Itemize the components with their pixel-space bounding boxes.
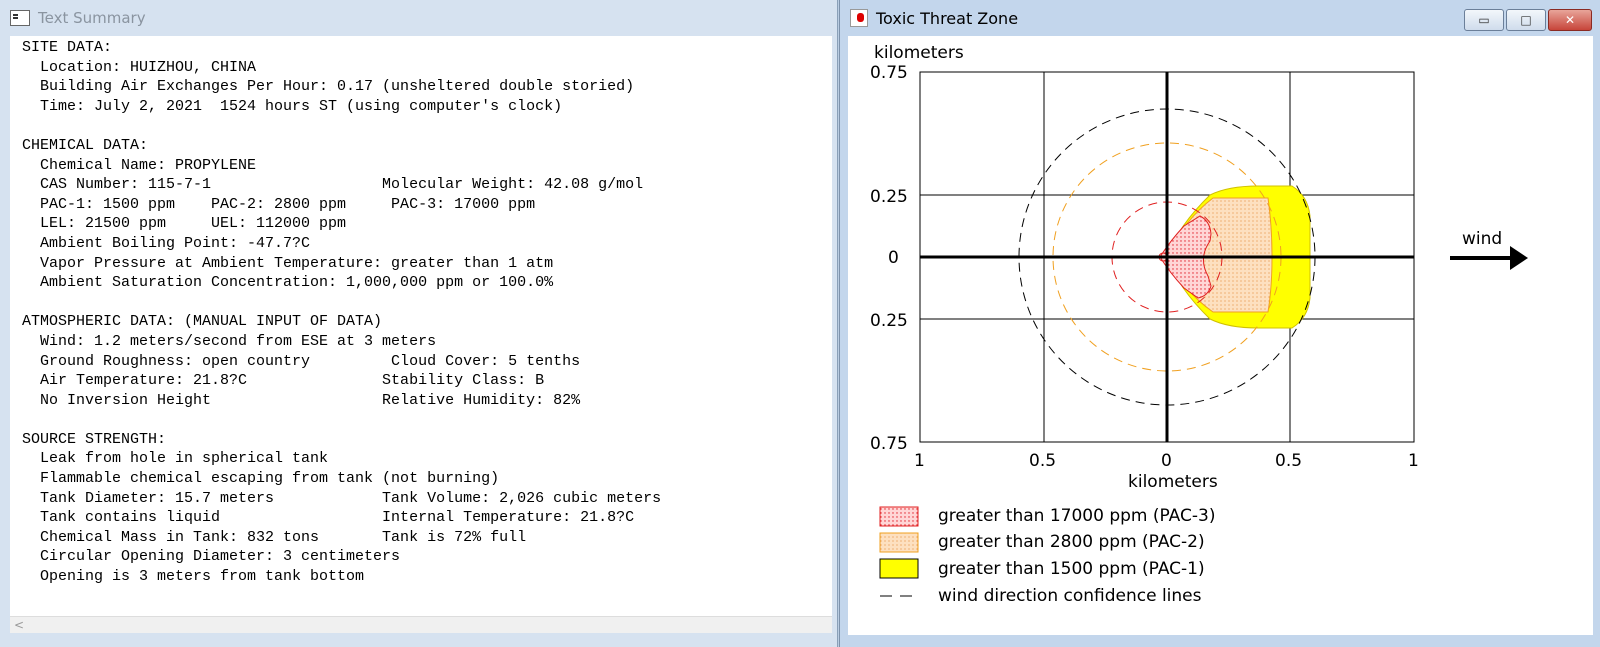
summary-line: Time: July 2, 2021 1524 hours ST (using … [22, 97, 563, 115]
summary-line: CHEMICAL DATA: [22, 136, 149, 154]
summary-line: Ambient Saturation Concentration: 1,000,… [22, 274, 554, 292]
legend-label-confidence: wind direction confidence lines [938, 586, 1202, 606]
summary-line: ATMOSPHERIC DATA: (MANUAL INPUT OF DATA) [22, 313, 383, 331]
summary-line: Flammable chemical escaping from tank (n… [22, 470, 500, 488]
threat-zone-plot-area: kilometers kilometers 0.75 0.25 0 0.25 0… [848, 36, 1593, 635]
y-tick-label: 0 [888, 248, 899, 268]
summary-line: Vapor Pressure at Ambient Temperature: g… [22, 254, 554, 272]
close-button[interactable]: ✕ [1548, 9, 1592, 31]
legend-swatch-pac3 [879, 506, 919, 527]
text-summary-content: SITE DATA: Location: HUIZHOU, CHINA Buil… [10, 36, 832, 616]
summary-line: Ground Roughness: open country Cloud Cov… [22, 352, 581, 370]
toxic-threat-zone-window: Toxic Threat Zone ▭ □ ✕ kilometers kilom… [839, 0, 1600, 647]
y-axis-title: kilometers [874, 43, 964, 63]
y-tick-label: 0.75 [870, 434, 908, 454]
legend: greater than 17000 ppm (PAC-3) greater t… [879, 506, 1215, 606]
summary-line: SITE DATA: [22, 39, 113, 56]
summary-line: No Inversion Height Relative Humidity: 8… [22, 391, 581, 409]
summary-line: CAS Number: 115-7-1 Molecular Weight: 42… [22, 176, 644, 194]
summary-line: Ambient Boiling Point: -47.7?C [22, 234, 311, 252]
summary-line: Chemical Name: PROPYLENE [22, 156, 257, 174]
text-window-app-icon [10, 10, 30, 26]
text-summary-window: Text Summary SITE DATA: Location: HUIZHO… [0, 0, 838, 647]
legend-label-pac1: greater than 1500 ppm (PAC-1) [938, 559, 1205, 579]
legend-label-pac2: greater than 2800 ppm (PAC-2) [938, 532, 1205, 552]
summary-line: Wind: 1.2 meters/second from ESE at 3 me… [22, 332, 437, 350]
text-summary-title: Text Summary [38, 9, 146, 27]
summary-line: LEL: 21500 ppm UEL: 112000 ppm [22, 215, 347, 233]
summary-line: SOURCE STRENGTH: [22, 430, 167, 448]
legend-swatch-pac1 [879, 558, 919, 579]
summary-line: Circular Opening Diameter: 3 centimeters [22, 548, 401, 566]
legend-label-pac3: greater than 17000 ppm (PAC-3) [938, 506, 1215, 526]
x-axis-title: kilometers [1128, 472, 1218, 492]
x-tick-label: 0.5 [1275, 451, 1302, 471]
summary-line: PAC-1: 1500 ppm PAC-2: 2800 ppm PAC-3: 1… [22, 195, 536, 213]
minimize-button[interactable]: ▭ [1464, 9, 1504, 31]
summary-line: Tank Diameter: 15.7 meters Tank Volume: … [22, 489, 662, 507]
maximize-button[interactable]: □ [1506, 9, 1546, 31]
y-tick-label: 0.25 [870, 311, 908, 331]
y-tick-label: 0.25 [870, 187, 908, 207]
y-tick-label: 0.75 [870, 63, 908, 83]
threat-window-app-icon [850, 9, 868, 27]
legend-swatch-pac2 [879, 532, 919, 553]
threat-zone-titlebar[interactable]: Toxic Threat Zone ▭ □ ✕ [840, 0, 1600, 36]
summary-line: Opening is 3 meters from tank bottom [22, 568, 365, 586]
summary-line: Location: HUIZHOU, CHINA [22, 58, 257, 76]
horizontal-scrollbar[interactable]: < [10, 616, 832, 633]
threat-zone-title: Toxic Threat Zone [876, 8, 1019, 28]
wind-label: wind [1462, 229, 1502, 249]
x-tick-label: 0 [1161, 451, 1172, 471]
summary-text-body: SITE DATA: Location: HUIZHOU, CHINA Buil… [10, 36, 832, 587]
summary-line: Chemical Mass in Tank: 832 tons Tank is … [22, 528, 527, 546]
summary-line: Air Temperature: 21.8?C Stability Class:… [22, 372, 545, 390]
summary-line: Building Air Exchanges Per Hour: 0.17 (u… [22, 78, 635, 96]
summary-line: Tank contains liquid Internal Temperatur… [22, 509, 635, 527]
threat-zone-map: kilometers kilometers 0.75 0.25 0 0.25 0… [870, 43, 1528, 606]
wind-arrow-icon [1450, 246, 1528, 270]
x-tick-label: 1 [914, 451, 925, 471]
x-tick-label: 1 [1408, 451, 1419, 471]
x-tick-label: 0.5 [1029, 451, 1056, 471]
scroll-left-arrow-icon[interactable]: < [14, 617, 24, 633]
text-summary-titlebar[interactable]: Text Summary [0, 0, 837, 36]
summary-line: Leak from hole in spherical tank [22, 450, 329, 468]
